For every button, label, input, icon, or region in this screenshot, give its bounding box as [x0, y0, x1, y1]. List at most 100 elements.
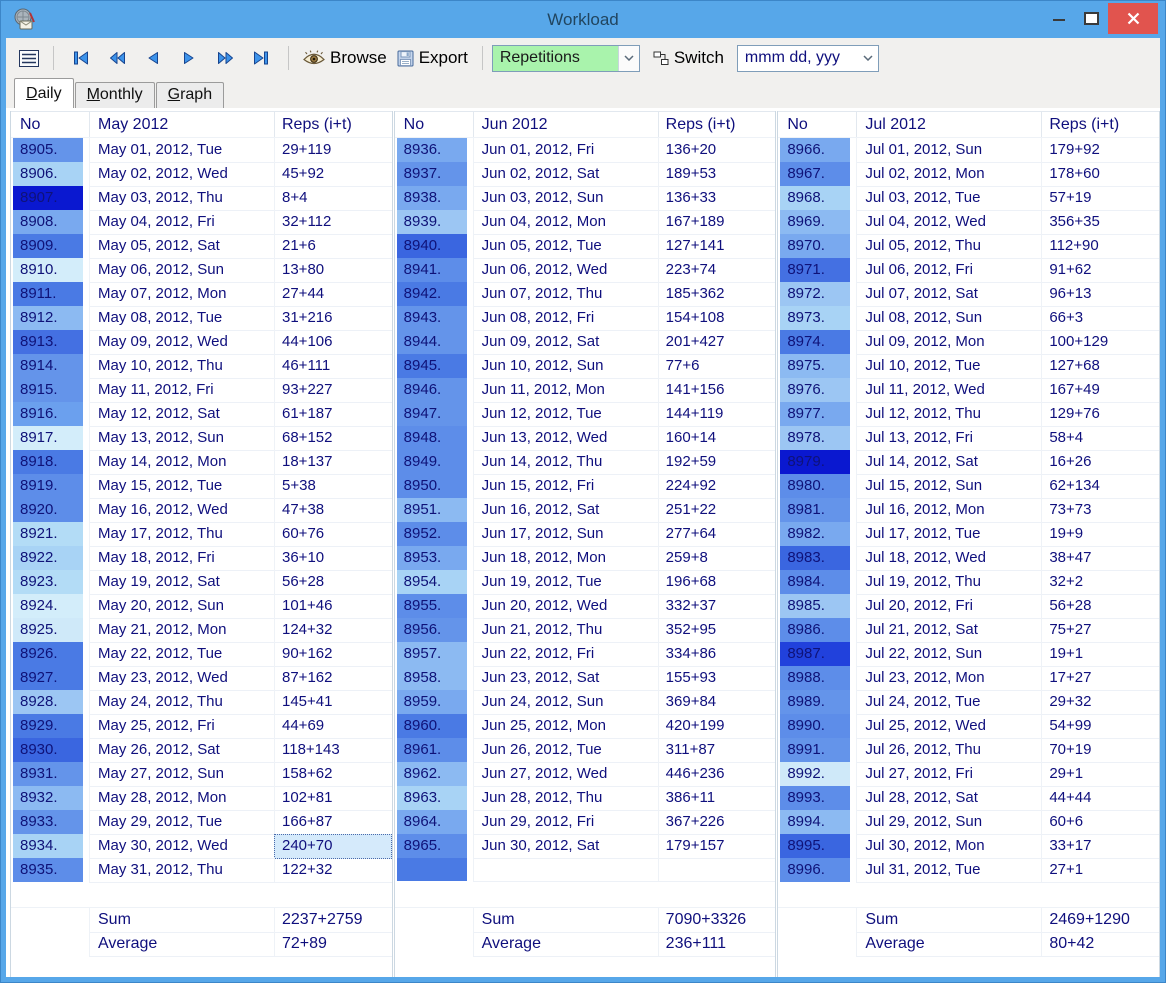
reps-cell[interactable]: 5+38: [274, 474, 392, 499]
row-number-cell[interactable]: 8972.: [780, 282, 850, 307]
reps-cell[interactable]: 36+10: [274, 546, 392, 571]
date-cell[interactable]: Jun 30, 2012, Sat: [473, 834, 658, 859]
row-number-cell[interactable]: 8927.: [13, 666, 83, 691]
date-cell[interactable]: Jun 05, 2012, Tue: [473, 234, 658, 259]
date-cell[interactable]: May 06, 2012, Sun: [89, 258, 274, 283]
reps-cell[interactable]: 87+162: [274, 666, 392, 691]
date-cell[interactable]: May 09, 2012, Wed: [89, 330, 274, 355]
row-number-cell[interactable]: 8958.: [397, 666, 467, 691]
date-cell[interactable]: Jul 15, 2012, Sun: [856, 474, 1041, 499]
reps-cell[interactable]: 32+2: [1041, 570, 1159, 595]
date-cell[interactable]: May 27, 2012, Sun: [89, 762, 274, 787]
reps-cell[interactable]: 68+152: [274, 426, 392, 451]
row-number-cell[interactable]: 8934.: [13, 834, 83, 859]
row-number-cell[interactable]: 8987.: [780, 642, 850, 667]
date-cell[interactable]: Jul 19, 2012, Thu: [856, 570, 1041, 595]
reps-cell[interactable]: 56+28: [274, 570, 392, 595]
row-number-cell[interactable]: 8938.: [397, 186, 467, 211]
row-number-cell[interactable]: 8952.: [397, 522, 467, 547]
date-cell[interactable]: Jul 25, 2012, Wed: [856, 714, 1041, 739]
reps-cell[interactable]: 179+157: [658, 834, 776, 859]
date-cell[interactable]: May 10, 2012, Thu: [89, 354, 274, 379]
row-number-cell[interactable]: 8995.: [780, 834, 850, 859]
dropdown-chevron-icon[interactable]: [858, 46, 878, 71]
reps-cell[interactable]: 61+187: [274, 402, 392, 427]
reps-cell[interactable]: 201+427: [658, 330, 776, 355]
row-number-cell[interactable]: 8946.: [397, 378, 467, 403]
date-cell[interactable]: May 22, 2012, Tue: [89, 642, 274, 667]
date-cell[interactable]: Jul 04, 2012, Wed: [856, 210, 1041, 235]
date-cell[interactable]: Jul 29, 2012, Sun: [856, 810, 1041, 835]
reps-cell[interactable]: 223+74: [658, 258, 776, 283]
date-cell[interactable]: Jul 18, 2012, Wed: [856, 546, 1041, 571]
date-cell[interactable]: Jun 03, 2012, Sun: [473, 186, 658, 211]
nav-prev-button[interactable]: [135, 47, 171, 69]
reps-cell[interactable]: 45+92: [274, 162, 392, 187]
row-number-cell[interactable]: 8935.: [13, 858, 83, 883]
reps-cell[interactable]: 31+216: [274, 306, 392, 331]
date-cell[interactable]: May 07, 2012, Mon: [89, 282, 274, 307]
row-number-cell[interactable]: 8912.: [13, 306, 83, 331]
reps-cell[interactable]: 57+19: [1041, 186, 1159, 211]
row-number-cell[interactable]: 8917.: [13, 426, 83, 451]
reps-cell[interactable]: 155+93: [658, 666, 776, 691]
row-number-cell[interactable]: 8913.: [13, 330, 83, 355]
date-cell[interactable]: May 02, 2012, Wed: [89, 162, 274, 187]
date-cell[interactable]: Jun 18, 2012, Mon: [473, 546, 658, 571]
row-number-cell[interactable]: 8984.: [780, 570, 850, 595]
row-number-cell[interactable]: 8956.: [397, 618, 467, 643]
reps-cell[interactable]: 27+1: [1041, 858, 1159, 883]
date-cell[interactable]: Jul 20, 2012, Fri: [856, 594, 1041, 619]
reps-cell[interactable]: 224+92: [658, 474, 776, 499]
row-number-cell[interactable]: 8918.: [13, 450, 83, 475]
nav-first-button[interactable]: [63, 47, 99, 69]
close-button[interactable]: [1108, 3, 1158, 34]
date-cell[interactable]: [473, 858, 658, 882]
row-number-cell[interactable]: 8963.: [397, 786, 467, 811]
date-cell[interactable]: May 25, 2012, Fri: [89, 714, 274, 739]
date-cell[interactable]: Jul 17, 2012, Tue: [856, 522, 1041, 547]
reps-cell[interactable]: 196+68: [658, 570, 776, 595]
date-cell[interactable]: Jun 04, 2012, Mon: [473, 210, 658, 235]
reps-cell[interactable]: 58+4: [1041, 426, 1159, 451]
reps-cell[interactable]: 124+32: [274, 618, 392, 643]
row-number-cell[interactable]: 8947.: [397, 402, 467, 427]
row-number-cell[interactable]: 8992.: [780, 762, 850, 787]
reps-cell[interactable]: 386+11: [658, 786, 776, 811]
reps-cell[interactable]: 56+28: [1041, 594, 1159, 619]
row-number-cell[interactable]: 8974.: [780, 330, 850, 355]
row-number-cell[interactable]: 8968.: [780, 186, 850, 211]
date-cell[interactable]: Jul 12, 2012, Thu: [856, 402, 1041, 427]
date-cell[interactable]: Jul 16, 2012, Mon: [856, 498, 1041, 523]
row-number-cell[interactable]: 8936.: [397, 138, 467, 163]
date-cell[interactable]: Jun 26, 2012, Tue: [473, 738, 658, 763]
row-number-cell[interactable]: 8982.: [780, 522, 850, 547]
reps-cell[interactable]: 178+60: [1041, 162, 1159, 187]
date-cell[interactable]: Jun 16, 2012, Sat: [473, 498, 658, 523]
list-button[interactable]: [14, 47, 44, 70]
date-cell[interactable]: Jun 24, 2012, Sun: [473, 690, 658, 715]
row-number-cell[interactable]: 8976.: [780, 378, 850, 403]
reps-cell[interactable]: 259+8: [658, 546, 776, 571]
row-number-cell[interactable]: 8911.: [13, 282, 83, 307]
row-number-cell[interactable]: 8989.: [780, 690, 850, 715]
reps-cell[interactable]: 27+44: [274, 282, 392, 307]
row-number-cell[interactable]: 8931.: [13, 762, 83, 787]
row-number-cell[interactable]: 8930.: [13, 738, 83, 763]
reps-cell[interactable]: 47+38: [274, 498, 392, 523]
row-number-cell[interactable]: 8932.: [13, 786, 83, 811]
date-cell[interactable]: May 03, 2012, Thu: [89, 186, 274, 211]
row-number-cell[interactable]: 8916.: [13, 402, 83, 427]
reps-cell[interactable]: 446+236: [658, 762, 776, 787]
reps-cell[interactable]: 154+108: [658, 306, 776, 331]
date-cell[interactable]: Jun 12, 2012, Tue: [473, 402, 658, 427]
date-cell[interactable]: Jun 02, 2012, Sat: [473, 162, 658, 187]
reps-cell[interactable]: 102+81: [274, 786, 392, 811]
row-number-cell[interactable]: 8954.: [397, 570, 467, 595]
nav-fast-next-button[interactable]: [207, 47, 243, 69]
row-number-cell[interactable]: 8926.: [13, 642, 83, 667]
row-number-cell[interactable]: 8988.: [780, 666, 850, 691]
row-number-cell[interactable]: 8945.: [397, 354, 467, 379]
date-cell[interactable]: Jun 27, 2012, Wed: [473, 762, 658, 787]
maximize-button[interactable]: [1076, 3, 1106, 34]
